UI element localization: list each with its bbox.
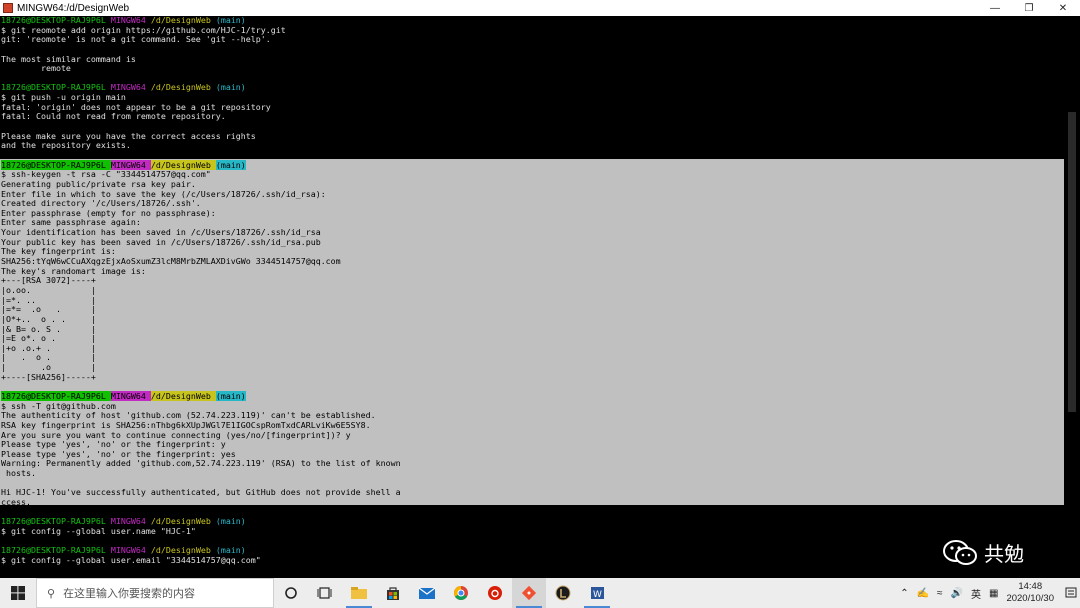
prompt-branch: (main) — [215, 545, 246, 556]
notification-center-button[interactable] — [1062, 578, 1080, 608]
wechat-watermark: 共勉 — [942, 538, 1024, 567]
prompt-shell: MINGW64 — [110, 516, 146, 527]
taskbar-mail[interactable] — [410, 578, 444, 608]
cortana-icon — [285, 587, 297, 599]
taskbar-chrome[interactable] — [444, 578, 478, 608]
prompt-path: /d/DesignWeb — [150, 390, 211, 401]
taskbar-git-bash[interactable] — [512, 578, 546, 608]
prompt-branch: (main) — [215, 16, 246, 25]
task-view-button[interactable] — [308, 578, 342, 608]
netease-music-icon — [488, 586, 502, 600]
start-button[interactable] — [0, 578, 36, 608]
prompt-branch: (main) — [215, 159, 246, 170]
chrome-icon — [454, 586, 468, 600]
taskbar-netease-music[interactable] — [478, 578, 512, 608]
watermark-text: 共勉 — [984, 542, 1024, 566]
prompt-shell: MINGW64 — [110, 545, 146, 556]
taskbar-file-explorer[interactable] — [342, 578, 376, 608]
command-line: $ git config --global user.name "HJC-1" — [1, 525, 196, 536]
mingw-icon — [3, 3, 13, 13]
prompt-user-host: 18726@DESKTOP-RAJ9P6L — [1, 545, 106, 556]
prompt-path: /d/DesignWeb — [150, 516, 211, 527]
output-line: and the repository exists. — [1, 140, 131, 151]
output-line: git: 'reomote' is not a git command. See… — [1, 34, 271, 45]
prompt-user-host: 18726@DESKTOP-RAJ9P6L — [1, 16, 106, 25]
prompt-path: /d/DesignWeb — [150, 159, 211, 170]
system-tray: ⌃ ✍ ≈ 🔊 英 ▦ 14:48 2020/10/30 — [896, 578, 1080, 608]
windows-logo-icon — [11, 586, 25, 600]
git-icon — [521, 585, 537, 601]
output-line: +----[SHA256]-----+ — [1, 371, 96, 382]
cortana-button[interactable] — [274, 578, 308, 608]
prompt-branch: (main) — [215, 390, 246, 401]
terminal-output[interactable]: 18726@DESKTOP-RAJ9P6L MINGW64 /d/DesignW… — [0, 16, 1080, 578]
window-title: MINGW64:/d/DesignWeb — [17, 2, 130, 14]
store-icon — [387, 587, 399, 600]
windows-ink-icon[interactable]: ✍ — [917, 588, 929, 599]
scrollbar-thumb[interactable] — [1068, 112, 1076, 412]
prompt-path: /d/DesignWeb — [150, 16, 211, 25]
ime-mode-icon[interactable]: ▦ — [989, 588, 998, 599]
clock-time: 14:48 — [1018, 581, 1043, 592]
prompt-user-host: 18726@DESKTOP-RAJ9P6L — [1, 82, 106, 93]
minimize-button[interactable]: — — [978, 0, 1012, 16]
task-view-icon — [317, 587, 332, 599]
restore-button[interactable]: ❐ — [1012, 0, 1046, 16]
network-icon[interactable]: ≈ — [937, 588, 943, 599]
prompt-shell: MINGW64 — [110, 16, 146, 25]
clock[interactable]: 14:48 2020/10/30 — [1006, 581, 1054, 605]
scrollbar[interactable] — [1064, 16, 1080, 578]
output-line: Warning: Permanently added 'github.com,5… — [1, 458, 401, 469]
output-line: ccess. — [1, 497, 31, 508]
show-hidden-icons-icon[interactable]: ⌃ — [900, 588, 908, 599]
terminal-lines: 18726@DESKTOP-RAJ9P6L MINGW64 /d/DesignW… — [1, 16, 401, 566]
taskbar: ⚲ 在这里输入你要搜索的内容 W ⌃ ✍ ≈ 🔊 英 ▦ 14:48 2020/… — [0, 578, 1080, 608]
wechat-icon — [943, 539, 977, 565]
taskbar-league-client[interactable] — [546, 578, 580, 608]
output-line: fatal: Could not read from remote reposi… — [1, 111, 226, 122]
prompt-path: /d/DesignWeb — [150, 82, 211, 93]
search-icon: ⚲ — [47, 587, 56, 600]
folder-icon — [351, 587, 367, 599]
output-line: Hi HJC-1! You've successfully authentica… — [1, 487, 401, 498]
prompt-branch: (main) — [215, 82, 246, 93]
window-controls: — ❐ ✕ — [978, 0, 1080, 16]
volume-icon[interactable]: 🔊 — [951, 588, 963, 599]
prompt-shell: MINGW64 — [110, 159, 146, 170]
taskbar-store[interactable] — [376, 578, 410, 608]
taskbar-word[interactable]: W — [580, 578, 614, 608]
prompt-shell: MINGW64 — [110, 82, 146, 93]
word-icon: W — [591, 587, 604, 600]
prompt-user-host: 18726@DESKTOP-RAJ9P6L — [1, 159, 106, 170]
prompt-user-host: 18726@DESKTOP-RAJ9P6L — [1, 390, 106, 401]
output-line: remote — [1, 63, 71, 74]
close-button[interactable]: ✕ — [1046, 0, 1080, 16]
prompt-shell: MINGW64 — [110, 390, 146, 401]
prompt-branch: (main) — [215, 516, 246, 527]
taskbar-search-box[interactable]: ⚲ 在这里输入你要搜索的内容 — [36, 578, 274, 608]
svg-text:W: W — [593, 590, 602, 600]
command-line: $ git config --global user.email "334451… — [1, 554, 261, 565]
ime-language-indicator[interactable]: 英 — [971, 586, 981, 601]
output-line: hosts. — [1, 468, 36, 479]
league-of-legends-icon — [555, 585, 571, 601]
prompt-path: /d/DesignWeb — [150, 545, 211, 556]
mail-icon — [418, 587, 436, 599]
search-placeholder: 在这里输入你要搜索的内容 — [63, 588, 196, 600]
notification-icon — [1065, 587, 1077, 598]
title-bar: MINGW64:/d/DesignWeb — ❐ ✕ — [0, 0, 1080, 16]
prompt-user-host: 18726@DESKTOP-RAJ9P6L — [1, 516, 106, 527]
clock-date: 2020/10/30 — [1006, 593, 1054, 604]
